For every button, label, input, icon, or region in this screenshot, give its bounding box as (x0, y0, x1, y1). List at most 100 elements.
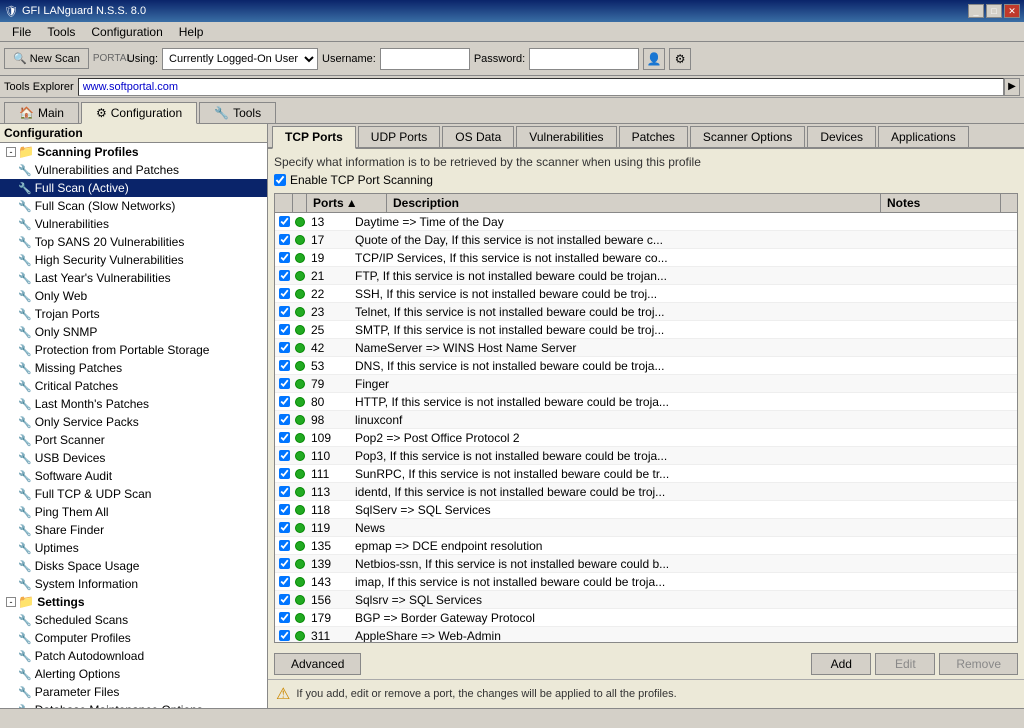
username-input[interactable] (380, 48, 470, 70)
port-check-input[interactable] (279, 522, 290, 533)
port-row[interactable]: 53 DNS, If this service is not installed… (275, 357, 1017, 375)
port-row[interactable]: 119 News (275, 519, 1017, 537)
port-row[interactable]: 110 Pop3, If this service is not install… (275, 447, 1017, 465)
password-input[interactable] (529, 48, 639, 70)
port-checkbox-cell[interactable] (275, 540, 293, 551)
menu-configuration[interactable]: Configuration (83, 23, 170, 41)
minimize-button[interactable]: _ (968, 4, 984, 18)
port-checkbox-cell[interactable] (275, 522, 293, 533)
port-row[interactable]: 135 epmap => DCE endpoint resolution (275, 537, 1017, 555)
port-check-input[interactable] (279, 468, 290, 479)
port-row[interactable]: 143 imap, If this service is not install… (275, 573, 1017, 591)
tree-node-share-finder[interactable]: 🔧Share Finder (0, 521, 267, 539)
tree-node-patch-auto[interactable]: 🔧Patch Autodownload (0, 647, 267, 665)
tree-node-last-month-patches[interactable]: 🔧Last Month's Patches (0, 395, 267, 413)
tree-node-uptimes[interactable]: 🔧Uptimes (0, 539, 267, 557)
port-checkbox-cell[interactable] (275, 342, 293, 353)
port-checkbox-cell[interactable] (275, 234, 293, 245)
port-check-input[interactable] (279, 306, 290, 317)
th-notes[interactable]: Notes (881, 194, 1001, 212)
th-ports[interactable]: Ports ▲ (307, 194, 387, 212)
port-check-input[interactable] (279, 486, 290, 497)
port-check-input[interactable] (279, 558, 290, 569)
port-checkbox-cell[interactable] (275, 558, 293, 569)
port-row[interactable]: 22 SSH, If this service is not installed… (275, 285, 1017, 303)
port-checkbox-cell[interactable] (275, 324, 293, 335)
tab-vulnerabilities[interactable]: Vulnerabilities (516, 126, 616, 147)
tab-tcp-ports[interactable]: TCP Ports (272, 126, 356, 149)
port-checkbox-cell[interactable] (275, 504, 293, 515)
port-row[interactable]: 139 Netbios-ssn, If this service is not … (275, 555, 1017, 573)
tree-node-full-scan-slow[interactable]: 🔧Full Scan (Slow Networks) (0, 197, 267, 215)
port-checkbox-cell[interactable] (275, 270, 293, 281)
tree-node-alerting[interactable]: 🔧Alerting Options (0, 665, 267, 683)
tree-node-db-maintenance[interactable]: 🔧Database Maintenance Options (0, 701, 267, 708)
maximize-button[interactable]: □ (986, 4, 1002, 18)
tools-explorer-go[interactable]: ▶ (1004, 78, 1020, 96)
tab-configuration[interactable]: ⚙ Configuration (81, 102, 197, 124)
port-row[interactable]: 13 Daytime => Time of the Day (275, 213, 1017, 231)
tree-node-vulnerabilities[interactable]: 🔧Vulnerabilities (0, 215, 267, 233)
port-checkbox-cell[interactable] (275, 612, 293, 623)
port-checkbox-cell[interactable] (275, 414, 293, 425)
tree-node-full-scan-active[interactable]: 🔧Full Scan (Active) (0, 179, 267, 197)
port-row[interactable]: 311 AppleShare => Web-Admin (275, 627, 1017, 642)
port-checkbox-cell[interactable] (275, 252, 293, 263)
tree-node-trojan-ports[interactable]: 🔧Trojan Ports (0, 305, 267, 323)
port-checkbox-cell[interactable] (275, 396, 293, 407)
tree-node-high-security[interactable]: 🔧High Security Vulnerabilities (0, 251, 267, 269)
tree-node-usb-devices[interactable]: 🔧USB Devices (0, 449, 267, 467)
tree-node-computer-profiles[interactable]: 🔧Computer Profiles (0, 629, 267, 647)
tree-node-only-web[interactable]: 🔧Only Web (0, 287, 267, 305)
port-check-input[interactable] (279, 576, 290, 587)
port-row[interactable]: 80 HTTP, If this service is not installe… (275, 393, 1017, 411)
port-check-input[interactable] (279, 414, 290, 425)
tools-explorer-input[interactable] (78, 78, 1004, 96)
port-check-input[interactable] (279, 432, 290, 443)
port-checkbox-cell[interactable] (275, 360, 293, 371)
close-button[interactable]: ✕ (1004, 4, 1020, 18)
port-check-input[interactable] (279, 450, 290, 461)
port-check-input[interactable] (279, 252, 290, 263)
add-button[interactable]: Add (811, 653, 871, 675)
new-scan-button[interactable]: 🔍 New Scan (4, 48, 89, 69)
tree-toggle-settings[interactable]: - (6, 597, 16, 607)
user-icon-button[interactable]: 👤 (643, 48, 665, 70)
port-checkbox-cell[interactable] (275, 630, 293, 641)
tab-applications[interactable]: Applications (878, 126, 969, 147)
settings-icon-button[interactable]: ⚙ (669, 48, 691, 70)
port-checkbox-cell[interactable] (275, 288, 293, 299)
port-row[interactable]: 23 Telnet, If this service is not instal… (275, 303, 1017, 321)
tree-node-critical-patches[interactable]: 🔧Critical Patches (0, 377, 267, 395)
tree-node-missing-patches[interactable]: 🔧Missing Patches (0, 359, 267, 377)
port-row[interactable]: 79 Finger (275, 375, 1017, 393)
port-check-input[interactable] (279, 540, 290, 551)
port-checkbox-cell[interactable] (275, 450, 293, 461)
port-row[interactable]: 111 SunRPC, If this service is not insta… (275, 465, 1017, 483)
tab-os-data[interactable]: OS Data (442, 126, 514, 147)
tree-node-top-sans[interactable]: 🔧Top SANS 20 Vulnerabilities (0, 233, 267, 251)
tree-node-software-audit[interactable]: 🔧Software Audit (0, 467, 267, 485)
tree-toggle-scanning-profiles[interactable]: - (6, 147, 16, 157)
port-check-input[interactable] (279, 378, 290, 389)
tree-node-full-tcp-udp[interactable]: 🔧Full TCP & UDP Scan (0, 485, 267, 503)
tree-node-param-files[interactable]: 🔧Parameter Files (0, 683, 267, 701)
tree-node-only-snmp[interactable]: 🔧Only SNMP (0, 323, 267, 341)
port-checkbox-cell[interactable] (275, 468, 293, 479)
tree-node-settings[interactable]: -📁Settings (0, 593, 267, 611)
edit-button[interactable]: Edit (875, 653, 935, 675)
tree-node-protection-portable[interactable]: 🔧Protection from Portable Storage (0, 341, 267, 359)
port-row[interactable]: 156 Sqlsrv => SQL Services (275, 591, 1017, 609)
th-desc[interactable]: Description (387, 194, 881, 212)
port-check-input[interactable] (279, 270, 290, 281)
port-check-input[interactable] (279, 234, 290, 245)
tree-node-scheduled-scans[interactable]: 🔧Scheduled Scans (0, 611, 267, 629)
tab-tools[interactable]: 🔧 Tools (199, 102, 276, 123)
tree-node-scanning-profiles[interactable]: -📁Scanning Profiles (0, 143, 267, 161)
port-checkbox-cell[interactable] (275, 432, 293, 443)
port-row[interactable]: 17 Quote of the Day, If this service is … (275, 231, 1017, 249)
tree-node-disk-space[interactable]: 🔧Disks Space Usage (0, 557, 267, 575)
tree-node-system-info[interactable]: 🔧System Information (0, 575, 267, 593)
port-checkbox-cell[interactable] (275, 594, 293, 605)
port-checkbox-cell[interactable] (275, 216, 293, 227)
